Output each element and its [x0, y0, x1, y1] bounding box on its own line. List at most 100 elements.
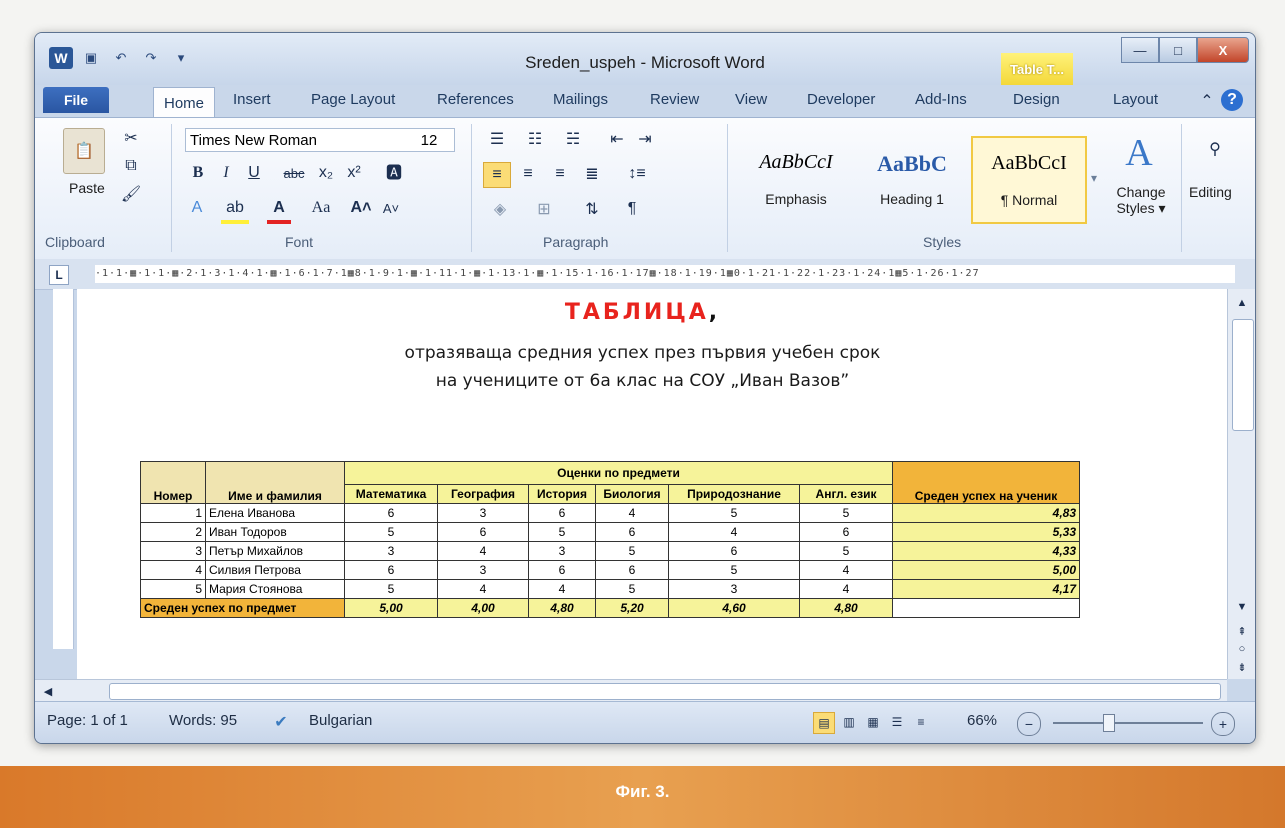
grow-font-icon[interactable]: A˄	[349, 196, 373, 220]
italic-icon[interactable]: I	[215, 162, 237, 184]
full-screen-reading-icon[interactable]: ▥	[839, 712, 859, 732]
web-layout-icon[interactable]: ▦	[863, 712, 883, 732]
row-number: 2	[140, 522, 206, 542]
student-name: Силвия Петрова	[205, 560, 345, 580]
format-painter-icon[interactable]: 🖌	[121, 184, 141, 204]
copy-icon[interactable]: ⧉	[121, 156, 141, 176]
numbering-icon[interactable]: ☷	[521, 128, 549, 150]
tab-selector-icon[interactable]: L	[49, 265, 69, 285]
styles-scroll-icon[interactable]: ▾	[1087, 148, 1101, 208]
tab-mailings[interactable]: Mailings	[553, 91, 608, 108]
browse-object-icon[interactable]: ○	[1234, 641, 1250, 657]
hscroll-thumb[interactable]	[109, 683, 1221, 700]
font-size-box[interactable]: 12	[403, 128, 455, 152]
paste-button[interactable]: Paste	[69, 180, 105, 196]
grade-cell: 6	[528, 503, 596, 523]
word-count[interactable]: Words: 95	[169, 712, 237, 729]
binoculars-icon[interactable]: ⚲	[1195, 132, 1235, 166]
student-average: 5,33	[892, 522, 1080, 542]
sort-icon[interactable]: ⇅	[579, 198, 605, 220]
tab-design[interactable]: Design	[1013, 91, 1060, 108]
subject-average: 4,80	[528, 598, 596, 618]
print-layout-icon[interactable]: ▤	[813, 712, 835, 734]
strikethrough-icon[interactable]: abc	[279, 162, 309, 184]
editing-button[interactable]: Editing	[1189, 184, 1232, 200]
previous-page-icon[interactable]: ⇞	[1234, 623, 1250, 639]
close-button[interactable]: X	[1197, 37, 1249, 63]
style-heading-1[interactable]: AaBbC Heading 1	[855, 136, 969, 222]
bullets-icon[interactable]: ☰	[483, 128, 511, 150]
grade-cell: 3	[528, 541, 596, 561]
zoom-slider-track[interactable]	[1053, 722, 1203, 724]
tab-home[interactable]: Home	[153, 87, 216, 118]
tab-developer[interactable]: Developer	[807, 91, 875, 108]
language[interactable]: Bulgarian	[309, 712, 372, 729]
minimize-button[interactable]: —	[1121, 37, 1159, 63]
align-center-icon[interactable]: ≡	[515, 162, 541, 186]
subtitle-line-1: отразяваща средния успех през първия уче…	[404, 343, 881, 363]
grade-cell: 3	[668, 579, 800, 599]
shrink-font-icon[interactable]: A˅	[379, 196, 403, 220]
page-count[interactable]: Page: 1 of 1	[47, 712, 128, 729]
text-effects-icon[interactable]: A	[185, 196, 209, 220]
scroll-left-icon[interactable]: ◀	[41, 683, 55, 699]
change-styles-button[interactable]: Change Styles ▾	[1111, 184, 1171, 217]
underline-icon[interactable]: U	[243, 162, 265, 184]
next-page-icon[interactable]: ⇟	[1234, 659, 1250, 675]
clear-formatting-icon[interactable]: 🅰	[381, 158, 407, 184]
tab-references[interactable]: References	[437, 91, 514, 108]
group-divider	[171, 124, 172, 252]
student-average: 5,00	[892, 560, 1080, 580]
highlight-icon[interactable]: ab	[221, 196, 249, 224]
align-right-icon[interactable]: ≡	[547, 162, 573, 186]
zoom-in-icon[interactable]: +	[1211, 712, 1235, 736]
align-left-icon[interactable]: ≡	[483, 162, 511, 188]
style-normal[interactable]: AaBbCcI ¶ Normal	[971, 136, 1087, 224]
grades-table[interactable]: Номер Име и фамилия Оценки по предмети С…	[140, 461, 1080, 618]
change-case-icon[interactable]: Aa	[307, 196, 335, 220]
tab-insert[interactable]: Insert	[233, 91, 271, 108]
outline-icon[interactable]: ☰	[887, 712, 907, 732]
table-row: 2 Иван Тодоров 5 6 5 6 4 6 5,33	[140, 522, 1080, 542]
multilevel-list-icon[interactable]: ☵	[559, 128, 587, 150]
maximize-button[interactable]: □	[1159, 37, 1197, 63]
paste-icon[interactable]: 📋	[63, 128, 105, 174]
decrease-indent-icon[interactable]: ⇤	[605, 128, 629, 150]
show-formatting-icon[interactable]: ¶	[619, 198, 645, 220]
shading-icon[interactable]: ◈	[487, 198, 513, 220]
grade-cell: 4	[528, 579, 596, 599]
line-spacing-icon[interactable]: ↕≡	[623, 162, 651, 186]
superscript-icon[interactable]: x²	[343, 162, 365, 184]
grade-cell: 5	[799, 503, 893, 523]
zoom-slider-thumb[interactable]	[1103, 714, 1115, 732]
tab-file[interactable]: File	[43, 87, 109, 113]
scroll-down-icon[interactable]: ▼	[1234, 599, 1250, 615]
proofing-icon[interactable]: ✔	[267, 710, 295, 734]
tab-review[interactable]: Review	[650, 91, 699, 108]
increase-indent-icon[interactable]: ⇥	[633, 128, 657, 150]
draft-icon[interactable]: ≡	[911, 712, 931, 732]
cut-icon[interactable]: ✂	[121, 128, 141, 148]
font-color-icon[interactable]: A	[267, 196, 291, 224]
borders-icon[interactable]: ⊞	[531, 198, 557, 220]
subscript-icon[interactable]: x₂	[315, 162, 337, 184]
tab-page-layout[interactable]: Page Layout	[311, 91, 395, 108]
grade-cell: 5	[528, 522, 596, 542]
grade-cell: 5	[799, 541, 893, 561]
table-row: 1 Елена Иванова 6 3 6 4 5 5 4,83	[140, 503, 1080, 523]
help-icon[interactable]: ?	[1221, 89, 1243, 111]
justify-icon[interactable]: ≣	[579, 162, 605, 186]
change-styles-icon[interactable]: A	[1115, 128, 1163, 178]
zoom-out-icon[interactable]: −	[1017, 712, 1041, 736]
minimize-ribbon-icon[interactable]: ⌃	[1197, 91, 1217, 111]
grade-cell: 5	[344, 522, 438, 542]
zoom-level[interactable]: 66%	[967, 712, 997, 729]
grade-cell: 6	[344, 560, 438, 580]
tab-layout[interactable]: Layout	[1113, 91, 1158, 108]
bold-icon[interactable]: B	[187, 162, 209, 184]
style-emphasis[interactable]: AaBbCcI Emphasis	[739, 136, 853, 222]
table-header-row: Номер Име и фамилия Оценки по предмети С…	[140, 461, 1080, 504]
tab-add-ins[interactable]: Add-Ins	[915, 91, 967, 108]
tab-view[interactable]: View	[735, 91, 767, 108]
horizontal-scrollbar[interactable]: ◀	[35, 679, 1227, 702]
